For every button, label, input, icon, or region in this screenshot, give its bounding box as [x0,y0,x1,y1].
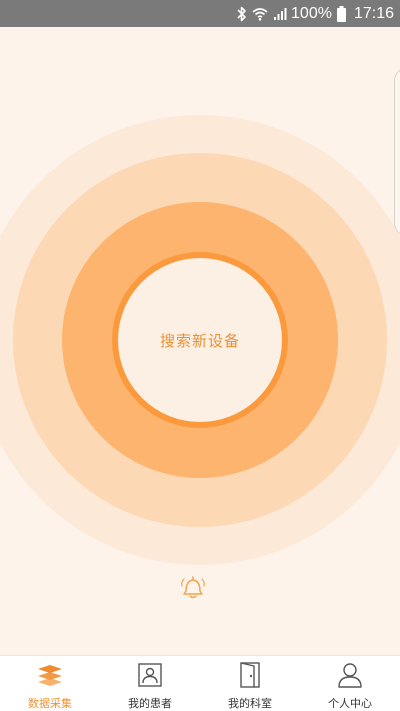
tab-my-patients[interactable]: 我的患者 [100,656,200,711]
tab-my-department[interactable]: 我的科室 [200,656,300,711]
main-area: 搜索新设备 [0,27,400,655]
wifi-icon [252,7,268,21]
door-icon [240,662,260,688]
patient-card-icon [138,663,162,687]
bluetooth-icon [237,6,247,22]
status-bar: 100% 17:16 [0,0,400,27]
battery-percent: 100% [291,4,332,22]
bell-icon[interactable] [179,574,207,602]
bottom-tab-bar: 数据采集 我的患者 我的科室 个人中心 [0,655,400,711]
search-device-button[interactable]: 搜索新设备 [112,252,288,428]
tab-label: 我的科室 [228,697,272,710]
user-icon [338,663,362,688]
signal-icon [273,7,287,21]
tab-label: 我的患者 [128,697,172,710]
tab-label: 个人中心 [328,697,372,710]
clock: 17:16 [353,4,394,22]
tab-personal-center[interactable]: 个人中心 [300,656,400,711]
tab-label: 数据采集 [28,697,72,710]
search-device-label: 搜索新设备 [159,331,240,350]
battery-icon [336,5,346,22]
layers-icon [38,665,62,686]
edge-panel-handle[interactable] [394,67,400,237]
tab-data-collection[interactable]: 数据采集 [0,656,100,711]
